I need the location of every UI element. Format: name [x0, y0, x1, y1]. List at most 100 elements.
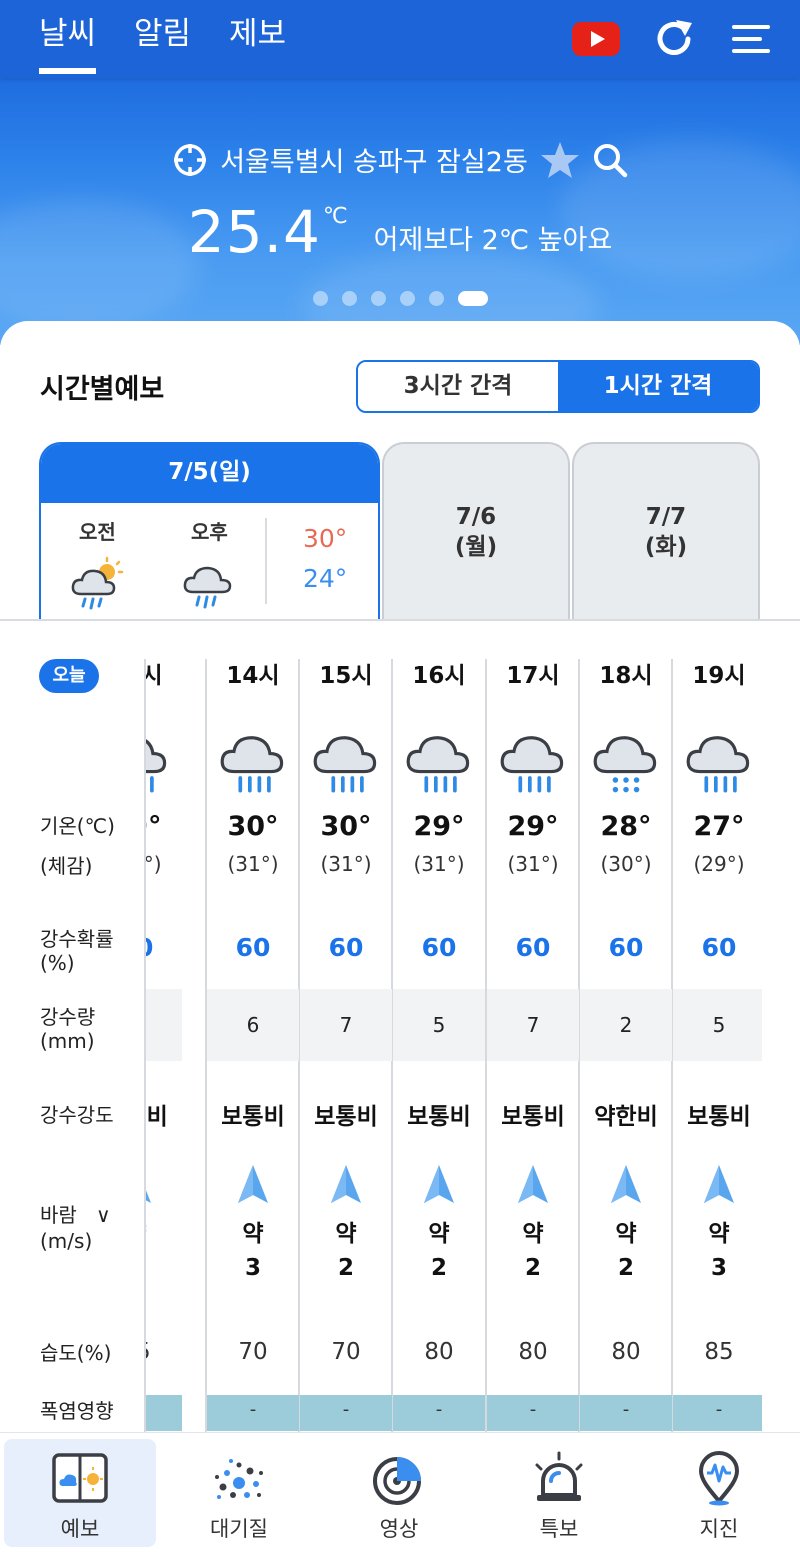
temp-comparison: 어제보다 2℃ 높아요	[373, 225, 613, 256]
wind-strength: 약	[335, 1221, 357, 1247]
rain-icon	[497, 725, 569, 797]
hourly-forecast-card: 시간별예보 3시간 간격 1시간 간격 7/5(일) 오전 오후 30° 24°	[0, 321, 800, 1441]
wind-speed: 2	[617, 1255, 634, 1281]
page-dot[interactable]	[399, 291, 415, 306]
wind-speed: 2	[430, 1255, 447, 1281]
weather-hero: 날씨 알림 제보 서울특별시 송파구 잠실2동 25.4 ℃ 어제보다 2℃ 높…	[0, 0, 800, 345]
wind-direction-arrow-icon	[331, 1165, 361, 1203]
hour-column: 13시 29° (31°) 60 4 보통비약3 75 -	[146, 659, 182, 1441]
tab-weather[interactable]: 날씨	[39, 14, 97, 74]
hour-wind: 약2	[487, 1217, 579, 1285]
hour-column: 17시 29° (31°) 60 7 보통비 약 2 80-	[487, 659, 579, 1441]
hour-feels-like: (31°)	[146, 852, 162, 876]
hour-precip-amount: 5	[393, 989, 485, 1061]
alert-siren-icon	[535, 1451, 583, 1501]
hour-wind: 약3	[207, 1217, 299, 1285]
wind-strength: 약	[146, 1221, 147, 1247]
hour-precip-prob: 60	[146, 933, 182, 962]
page-dot-active[interactable]	[457, 291, 488, 306]
hour-precip-prob: 60	[701, 933, 737, 962]
page-dot[interactable]	[341, 291, 357, 306]
day-tab-mon[interactable]: 7/6 (월)	[382, 442, 570, 621]
hour-temp: 30°	[227, 811, 279, 842]
hour-wind: 약2	[393, 1217, 485, 1285]
hour-label: 13시	[146, 663, 163, 689]
locate-icon[interactable]	[172, 142, 208, 178]
search-icon[interactable]	[592, 142, 628, 178]
nav-air-quality[interactable]: 대기질	[163, 1439, 315, 1547]
day-tab-weekday: (월)	[454, 534, 498, 560]
hour-wind: 약2	[300, 1217, 392, 1285]
youtube-icon[interactable]	[572, 22, 620, 56]
nav-label: 특보	[539, 1517, 579, 1541]
hour-heat-impact: -	[393, 1395, 485, 1431]
tab-notifications[interactable]: 알림	[134, 14, 191, 54]
hour-precip-amount: 7	[300, 989, 392, 1061]
hour-label: 16시	[412, 663, 466, 689]
top-bar: 날씨 알림 제보	[0, 0, 800, 78]
hour-label: 17시	[506, 663, 560, 689]
hour-precip-intensity: 보통비	[687, 1104, 751, 1130]
hour-feels-like: (31°)	[320, 852, 372, 876]
wind-strength: 약	[708, 1221, 730, 1247]
rain-icon	[403, 725, 475, 797]
menu-icon[interactable]	[730, 21, 772, 57]
precip-prob-label: 강수확률	[40, 927, 114, 951]
refresh-icon[interactable]	[652, 17, 696, 61]
interval-3h-button[interactable]: 3시간 간격	[358, 362, 558, 411]
favorite-star-icon[interactable]	[540, 141, 580, 179]
hour-temp: 29°	[146, 811, 162, 842]
wind-direction-arrow-icon	[704, 1165, 734, 1203]
page-dot[interactable]	[428, 291, 444, 306]
rain-icon	[146, 725, 172, 797]
nav-radar[interactable]: 영상	[323, 1439, 475, 1547]
hour-label: 19시	[692, 663, 746, 689]
hour-humidity: 80	[611, 1339, 641, 1365]
hour-column: 19시 27° (29°) 60 5 보통비 약 3 85-	[673, 659, 762, 1441]
hour-label: 18시	[599, 663, 653, 689]
page-dot[interactable]	[312, 291, 328, 306]
wind-strength: 약	[522, 1221, 544, 1247]
hour-precip-intensity: 보통비	[221, 1104, 285, 1130]
hour-precip-amount: 4	[146, 989, 182, 1061]
wind-strength: 약	[615, 1221, 637, 1247]
rain-icon	[683, 725, 755, 797]
hour-heat-impact: -	[487, 1395, 579, 1431]
hour-heat-impact: -	[300, 1395, 392, 1431]
day-tab-tue[interactable]: 7/7 (화)	[572, 442, 760, 621]
hour-temp: 29°	[413, 811, 465, 842]
location-name[interactable]: 서울특별시 송파구 잠실2동	[220, 140, 528, 179]
page-dot[interactable]	[370, 291, 386, 306]
temp-label: 기온(℃)	[40, 814, 115, 838]
hour-precip-amount: 2	[580, 989, 672, 1061]
hourly-columns[interactable]: 13시29°(31°)604보통비약375-14시30°(31°)606보통비약…	[146, 659, 762, 1441]
nav-earthquake[interactable]: 지진	[643, 1439, 795, 1547]
hour-precip-intensity: 보통비	[501, 1104, 565, 1130]
row-labels: 오늘 기온(℃) (체감) 강수확률 (%) 강수량 (mm) 강수강도 바람 …	[0, 321, 146, 1441]
day-tab-date: 7/6	[455, 504, 497, 530]
day-tab-weekday: (화)	[644, 534, 688, 560]
hour-label: 15시	[319, 663, 373, 689]
wind-direction-arrow-icon	[424, 1165, 454, 1203]
feel-label: (체감)	[40, 854, 93, 878]
hour-humidity: 70	[331, 1339, 361, 1365]
location-row: 서울특별시 송파구 잠실2동	[0, 140, 800, 190]
rain-icon	[183, 566, 232, 609]
nav-alert[interactable]: 특보	[483, 1439, 635, 1547]
wind-expand-icon[interactable]: ∨	[96, 1203, 111, 1228]
nav-forecast[interactable]: 예보	[4, 1439, 156, 1547]
radar-icon	[373, 1457, 421, 1505]
nav-label: 영상	[379, 1517, 419, 1541]
hour-feels-like: (31°)	[507, 852, 559, 876]
today-badge: 오늘	[39, 659, 99, 693]
wind-speed: 2	[524, 1255, 541, 1281]
hour-humidity: 80	[424, 1339, 454, 1365]
wind-direction-arrow-icon	[611, 1165, 641, 1203]
tab-report[interactable]: 제보	[229, 14, 286, 54]
hour-feels-like: (31°)	[227, 852, 279, 876]
hour-heat-impact: -	[580, 1395, 672, 1431]
interval-1h-button[interactable]: 1시간 간격	[558, 362, 758, 411]
hour-feels-like: (30°)	[600, 852, 652, 876]
hour-wind: 약2	[580, 1217, 672, 1285]
heat-impact-label: 폭염영향	[40, 1399, 114, 1423]
